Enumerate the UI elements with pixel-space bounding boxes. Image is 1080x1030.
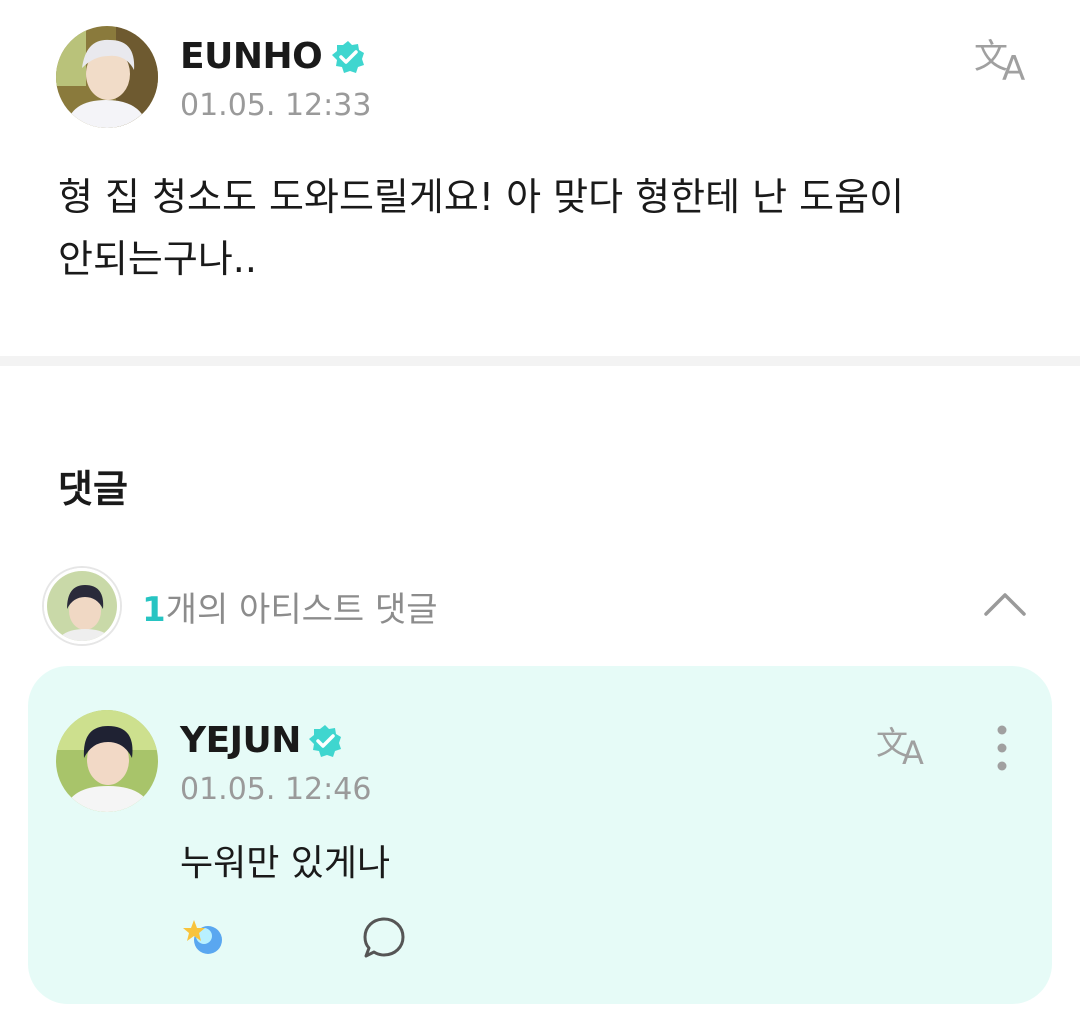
comment-body: 누워만 있게나 — [180, 843, 391, 884]
comment-author-name[interactable]: YEJUN — [180, 720, 301, 761]
comments-title: 댓글 — [58, 467, 128, 511]
svg-text:A: A — [1002, 49, 1025, 86]
reply-bubble-icon[interactable] — [360, 914, 408, 962]
summary-avatar — [44, 568, 120, 644]
artist-comment-count: 1 — [142, 590, 166, 630]
chevron-up-icon[interactable] — [980, 580, 1030, 630]
artist-comment-card: YEJUN 01.05. 12:46 文 A 누워만 있게나 — [28, 666, 1052, 1004]
more-vertical-icon[interactable] — [988, 720, 1016, 776]
translate-icon[interactable]: 文 A — [874, 716, 938, 772]
comment-author-avatar[interactable] — [56, 710, 158, 812]
section-divider — [0, 356, 1080, 366]
verified-badge-icon — [307, 723, 343, 759]
artist-comment-label: 개의 아티스트 댓글 — [165, 590, 438, 630]
post-body: 형 집 청소도 도와드릴게요! 아 맞다 형한테 난 도움이 안되는구나.. — [58, 166, 1018, 290]
translate-icon[interactable]: 文 A — [972, 30, 1036, 89]
author-name-row: EUNHO — [180, 36, 366, 77]
post-body-line: 안되는구나.. — [58, 237, 257, 281]
post-timestamp: 01.05. 12:33 — [180, 88, 372, 123]
comment-timestamp: 01.05. 12:46 — [180, 772, 372, 807]
summary-text: 1개의 아티스트 댓글 — [142, 582, 438, 631]
verified-badge-icon — [330, 39, 366, 75]
post-body-line: 형 집 청소도 도와드릴게요! 아 맞다 형한테 난 도움이 — [58, 175, 905, 219]
svg-text:A: A — [902, 734, 924, 772]
post-header: EUNHO 01.05. 12:33 文 A — [56, 26, 1036, 130]
author-name[interactable]: EUNHO — [180, 36, 323, 77]
reaction-icon[interactable] — [178, 914, 234, 960]
comment-author-row: YEJUN — [180, 720, 343, 761]
author-avatar[interactable] — [56, 26, 158, 128]
artist-comment-summary[interactable]: 1개의 아티스트 댓글 — [44, 568, 1044, 644]
